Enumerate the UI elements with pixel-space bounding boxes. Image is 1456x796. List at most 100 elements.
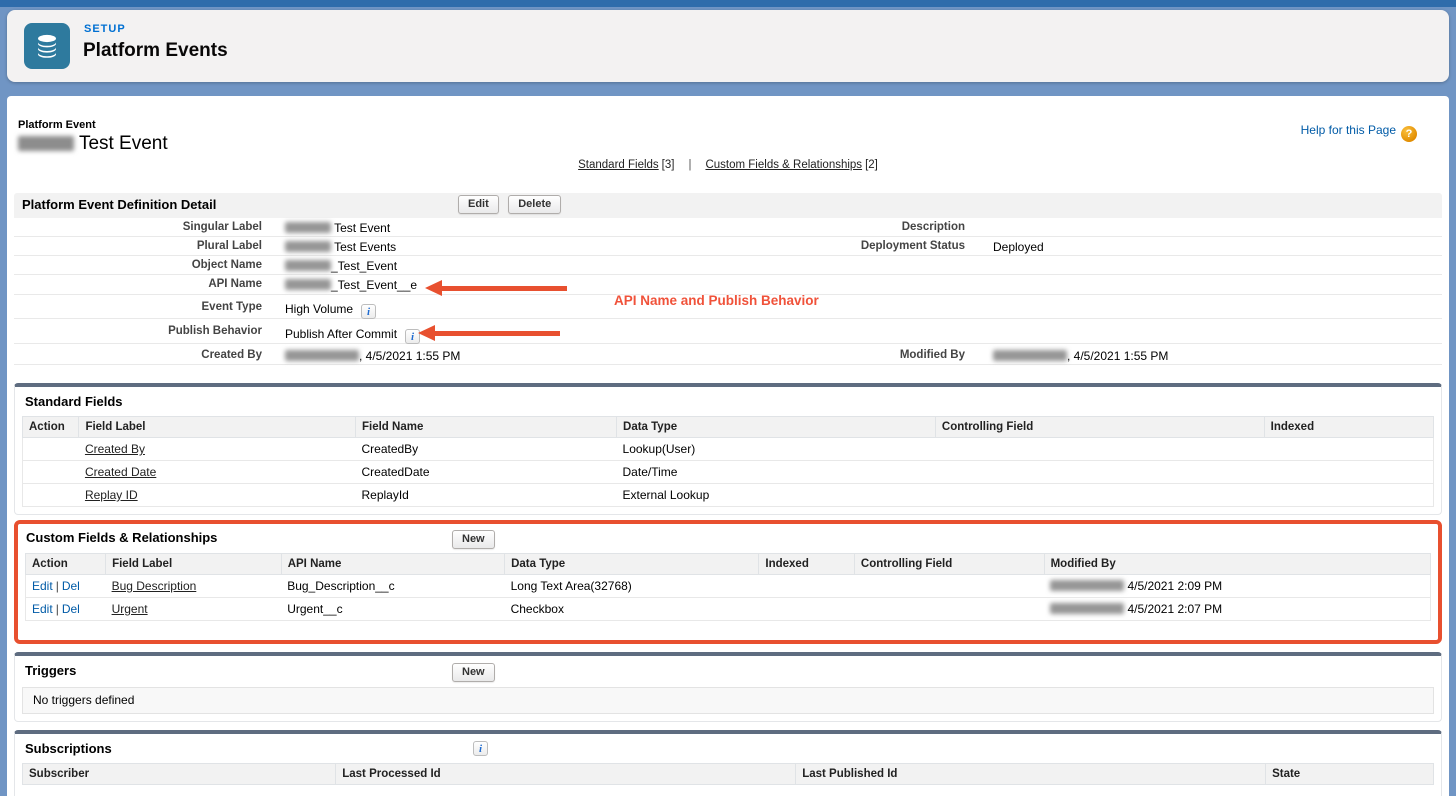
column-header: Last Published Id — [796, 764, 1266, 785]
nav-link-standard-fields[interactable]: Standard Fields — [578, 159, 659, 171]
platform-events-icon — [24, 23, 70, 69]
column-header: Field Name — [355, 417, 616, 438]
redacted-title-prefix — [18, 136, 74, 151]
field-label: Modified By — [744, 344, 977, 364]
action-cell — [23, 438, 79, 461]
field-label: Singular Label — [14, 218, 274, 236]
triggers-section: Triggers New No triggers defined — [14, 652, 1442, 722]
redacted-user-name — [1050, 580, 1124, 591]
help-for-this-page-link[interactable]: Help for this Page? — [1301, 123, 1417, 142]
singular-label-value: Test Event — [274, 218, 744, 236]
new-custom-field-button[interactable]: New — [452, 530, 495, 549]
action-separator: | — [56, 602, 59, 616]
action-cell: Edit|Del — [26, 575, 106, 598]
modified-date: 4/5/2021 2:09 PM — [1127, 579, 1222, 593]
edit-link[interactable]: Edit — [32, 602, 53, 616]
field-label-link[interactable]: Created Date — [85, 465, 156, 479]
detail-row-singular-label: Singular Label Test Event Description — [14, 218, 1442, 237]
annotation-text: API Name and Publish Behavior — [614, 293, 819, 308]
new-trigger-button[interactable]: New — [452, 663, 495, 682]
column-header: Controlling Field — [854, 554, 1044, 575]
field-label: Description — [744, 218, 977, 236]
edit-button[interactable]: Edit — [458, 195, 499, 214]
detail-row-api-name: API Name _Test_Event__e — [14, 275, 1442, 295]
column-header: Data Type — [617, 417, 936, 438]
field-name-cell: ReplayId — [355, 484, 616, 507]
table-header-row: Action Field Label Field Name Data Type … — [23, 417, 1434, 438]
field-label-link[interactable]: Replay ID — [85, 488, 138, 502]
redacted-text — [285, 260, 331, 271]
controlling-field-cell — [854, 575, 1044, 598]
controlling-field-cell — [935, 484, 1264, 507]
action-separator: | — [56, 579, 59, 593]
standard-fields-table: Action Field Label Field Name Data Type … — [22, 416, 1434, 507]
triggers-title: Triggers — [15, 656, 1441, 685]
data-type-cell: Long Text Area(32768) — [505, 575, 759, 598]
column-header: Field Label — [106, 554, 282, 575]
created-by-value: , 4/5/2021 1:55 PM — [274, 344, 744, 364]
field-label-link[interactable]: Created By — [85, 442, 145, 456]
custom-fields-title: Custom Fields & Relationships — [18, 524, 1438, 553]
standard-fields-title: Standard Fields — [15, 387, 1441, 416]
api-name-value: _Test_Event__e — [274, 275, 744, 294]
description-value — [977, 218, 1442, 236]
triggers-buttons: New — [452, 662, 500, 682]
app-title: Platform Events — [83, 40, 228, 62]
deployment-status-value: Deployed — [977, 237, 1442, 255]
action-cell — [23, 461, 79, 484]
help-link-label: Help for this Page — [1301, 123, 1396, 137]
object-name-value: _Test_Event — [274, 256, 744, 274]
del-link[interactable]: Del — [62, 602, 80, 616]
detail-row-object-name: Object Name _Test_Event — [14, 256, 1442, 275]
detail-row-plural-label: Plural Label Test Events Deployment Stat… — [14, 237, 1442, 256]
delete-button[interactable]: Delete — [508, 195, 561, 214]
field-label-link[interactable]: Bug Description — [112, 579, 197, 593]
redacted-user-name — [285, 350, 359, 361]
standard-fields-section: Standard Fields Action Field Label Field… — [14, 383, 1442, 515]
table-header-row: Subscriber Last Processed Id Last Publis… — [23, 764, 1434, 785]
modified-by-cell: 4/5/2021 2:07 PM — [1044, 598, 1430, 621]
plural-label-value: Test Events — [274, 237, 744, 255]
info-icon[interactable]: i — [361, 304, 376, 319]
redacted-user-name — [1050, 603, 1124, 614]
modified-date: 4/5/2021 2:07 PM — [1127, 602, 1222, 616]
field-label: Object Name — [14, 256, 274, 274]
column-header: Indexed — [1264, 417, 1433, 438]
modified-by-value: , 4/5/2021 1:55 PM — [977, 344, 1442, 364]
info-icon[interactable]: i — [473, 741, 488, 756]
help-icon[interactable]: ? — [1401, 126, 1417, 142]
redacted-text — [285, 222, 331, 233]
empty-cell — [977, 256, 1442, 274]
page-title: Test Event — [18, 133, 168, 155]
del-link[interactable]: Del — [62, 579, 80, 593]
custom-fields-buttons: New — [452, 529, 500, 549]
data-type-cell: Date/Time — [617, 461, 936, 484]
table-header-row: Action Field Label API Name Data Type In… — [26, 554, 1431, 575]
empty-cell — [744, 319, 977, 343]
redacted-user-name — [993, 350, 1067, 361]
edit-link[interactable]: Edit — [32, 579, 53, 593]
detail-row-created-by: Created By , 4/5/2021 1:55 PM Modified B… — [14, 344, 1442, 365]
database-icon — [33, 32, 61, 60]
action-cell: Edit|Del — [26, 598, 106, 621]
column-header: State — [1266, 764, 1434, 785]
indexed-cell — [759, 598, 855, 621]
nav-link-custom-fields[interactable]: Custom Fields & Relationships — [705, 159, 862, 171]
nav-count-custom-fields: [2] — [865, 159, 878, 171]
controlling-field-cell — [935, 438, 1264, 461]
nav-count-standard-fields: [3] — [662, 159, 675, 171]
column-header: Subscriber — [23, 764, 336, 785]
value-text: _Test_Event__e — [331, 278, 417, 292]
record-type-label: Platform Event — [18, 119, 96, 131]
custom-fields-section-highlighted: Custom Fields & Relationships New Action… — [14, 520, 1442, 644]
column-header: Controlling Field — [935, 417, 1264, 438]
indexed-cell — [1264, 461, 1433, 484]
field-name-cell: CreatedDate — [355, 461, 616, 484]
api-name-cell: Urgent__c — [281, 598, 504, 621]
empty-cell — [977, 275, 1442, 294]
arrow-shaft — [441, 286, 567, 291]
value-text: _Test_Event — [331, 259, 397, 273]
field-label-link[interactable]: Urgent — [112, 602, 148, 616]
column-header: Indexed — [759, 554, 855, 575]
nav-separator: | — [688, 159, 691, 171]
